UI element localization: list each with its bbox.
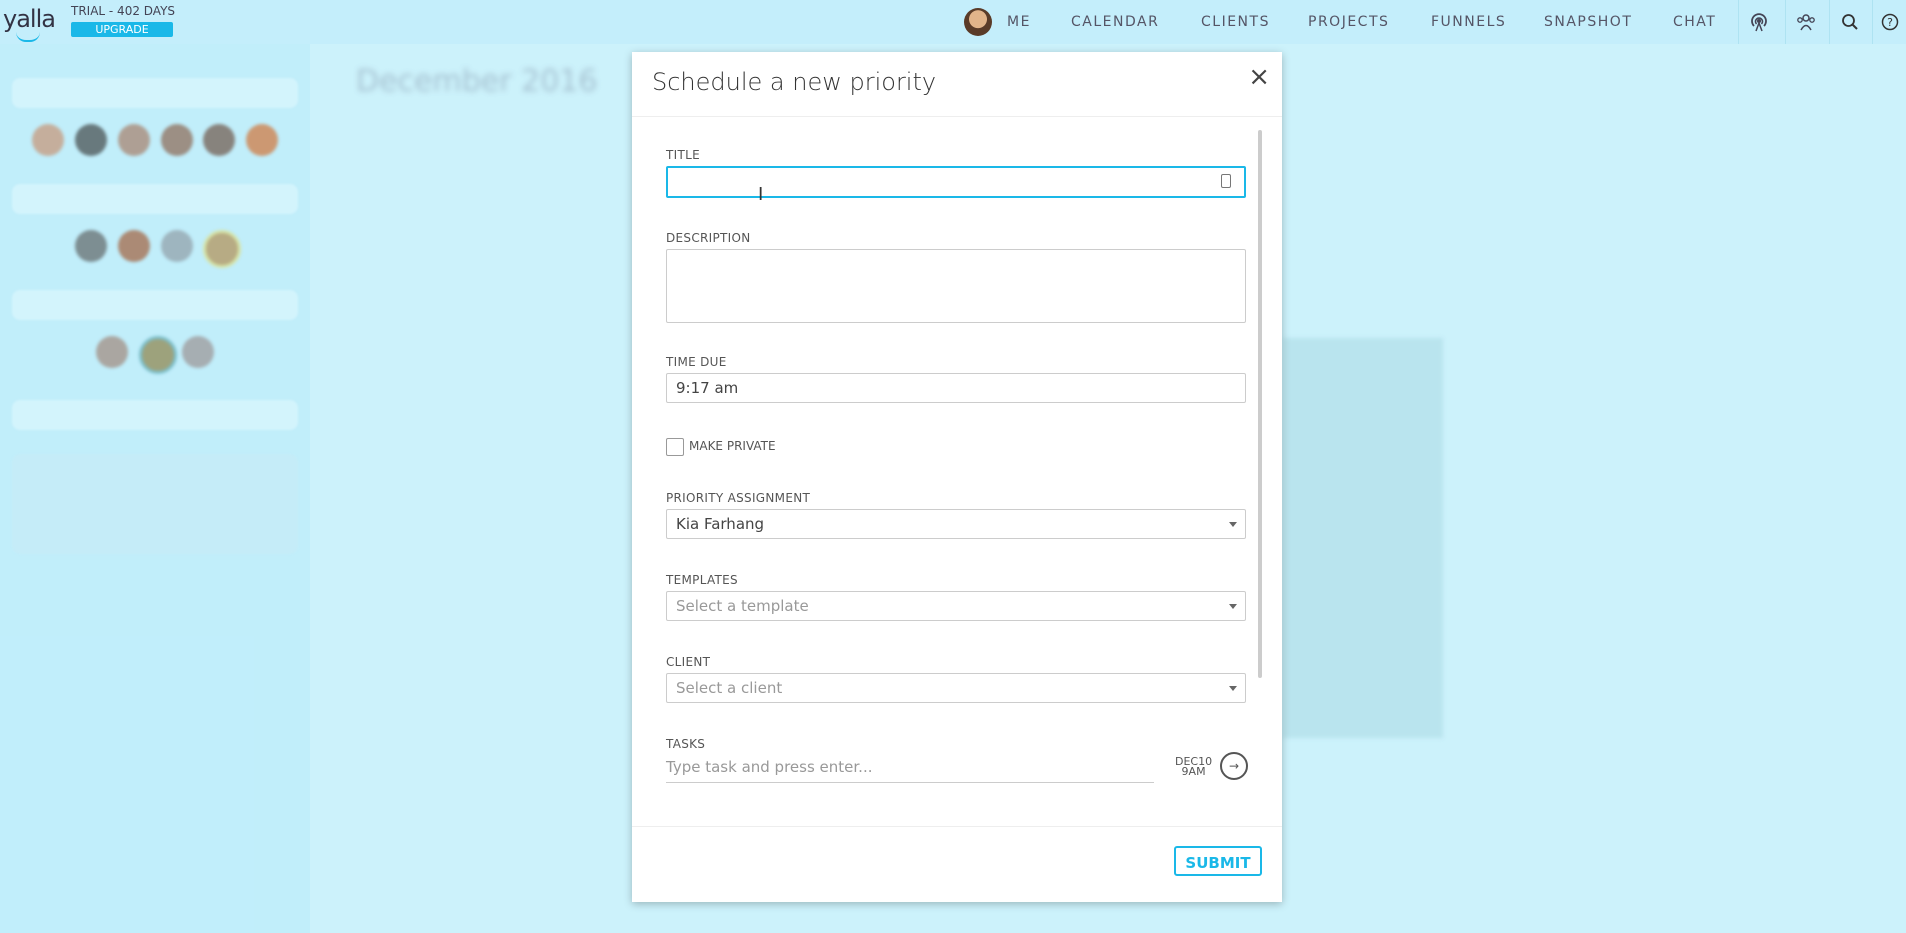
top-navigation-bar: yalla TRIAL - 402 DAYS UPGRADE ME CALEND…: [0, 0, 1906, 45]
upgrade-button[interactable]: UPGRADE: [71, 22, 173, 37]
client-select[interactable]: Select a client: [666, 673, 1246, 703]
nav-clients-label: CLIENTS: [1201, 14, 1270, 30]
priority-assignment-value: Kia Farhang: [676, 515, 765, 533]
task-due-time: 9AM: [1181, 765, 1206, 778]
nav-item-snapshot[interactable]: SNAPSHOT: [1544, 0, 1632, 44]
time-due-input[interactable]: 9:17 am: [666, 373, 1246, 403]
user-avatar[interactable]: [964, 8, 992, 36]
task-due-badge[interactable]: DEC10 9AM: [1175, 756, 1212, 778]
modal-title: Schedule a new priority: [652, 68, 937, 96]
templates-select[interactable]: Select a template: [666, 591, 1246, 621]
field-picker-icon[interactable]: [1221, 174, 1231, 188]
nav-projects-label: PROJECTS: [1308, 14, 1390, 30]
nav-item-projects[interactable]: PROJECTS: [1308, 0, 1389, 44]
nav-item-clients[interactable]: CLIENTS: [1201, 0, 1270, 44]
nav-item-calendar[interactable]: CALENDAR: [1071, 0, 1159, 44]
make-private-checkbox[interactable]: [666, 438, 684, 456]
help-icon[interactable]: ?: [1872, 0, 1906, 44]
nav-chat-label: CHAT: [1673, 14, 1717, 30]
yalla-logo[interactable]: yalla: [3, 5, 56, 33]
nav-calendar-label: CALENDAR: [1071, 14, 1160, 30]
nav-item-funnels[interactable]: FUNNELS: [1431, 0, 1506, 44]
modal-footer: SUBMIT: [632, 826, 1282, 903]
description-textarea[interactable]: [666, 249, 1246, 323]
modal-header: Schedule a new priority ×: [632, 52, 1282, 117]
priority-assignment-label: PRIORITY ASSIGNMENT: [666, 491, 811, 505]
time-due-label: TIME DUE: [666, 355, 727, 369]
chevron-down-icon: [1229, 686, 1237, 691]
nav-item-chat[interactable]: CHAT: [1673, 0, 1716, 44]
templates-placeholder: Select a template: [676, 597, 809, 615]
broadcast-icon[interactable]: [1738, 0, 1779, 44]
modal-scrollbar[interactable]: [1258, 130, 1262, 678]
client-placeholder: Select a client: [676, 679, 783, 697]
priority-assignment-select[interactable]: Kia Farhang: [666, 509, 1246, 539]
chevron-down-icon: [1229, 604, 1237, 609]
task-input[interactable]: Type task and press enter...: [666, 752, 1154, 783]
tasks-label: TASKS: [666, 737, 706, 751]
nav-funnels-label: FUNNELS: [1431, 14, 1507, 30]
make-private-label[interactable]: MAKE PRIVATE: [689, 439, 776, 453]
nav-snapshot-label: SNAPSHOT: [1544, 14, 1633, 30]
schedule-priority-modal: Schedule a new priority × TITLE I DESCRI…: [632, 52, 1282, 902]
nav-item-me[interactable]: ME: [1007, 0, 1031, 44]
chevron-down-icon: [1229, 522, 1237, 527]
title-input[interactable]: [666, 166, 1246, 198]
assign-task-icon[interactable]: →: [1220, 752, 1248, 780]
description-label: DESCRIPTION: [666, 231, 751, 245]
trial-days-text: TRIAL - 402 DAYS: [71, 4, 176, 18]
title-label: TITLE: [666, 148, 700, 162]
templates-label: TEMPLATES: [666, 573, 738, 587]
search-icon[interactable]: [1829, 0, 1870, 44]
svg-text:?: ?: [1887, 16, 1893, 29]
submit-button[interactable]: SUBMIT: [1174, 846, 1262, 876]
client-label: CLIENT: [666, 655, 711, 669]
nav-me-label: ME: [1007, 14, 1031, 30]
team-icon[interactable]: [1785, 0, 1826, 44]
close-icon[interactable]: ×: [1248, 62, 1270, 92]
text-cursor-icon: I: [758, 184, 764, 205]
logo-smile-mark: [16, 32, 40, 42]
